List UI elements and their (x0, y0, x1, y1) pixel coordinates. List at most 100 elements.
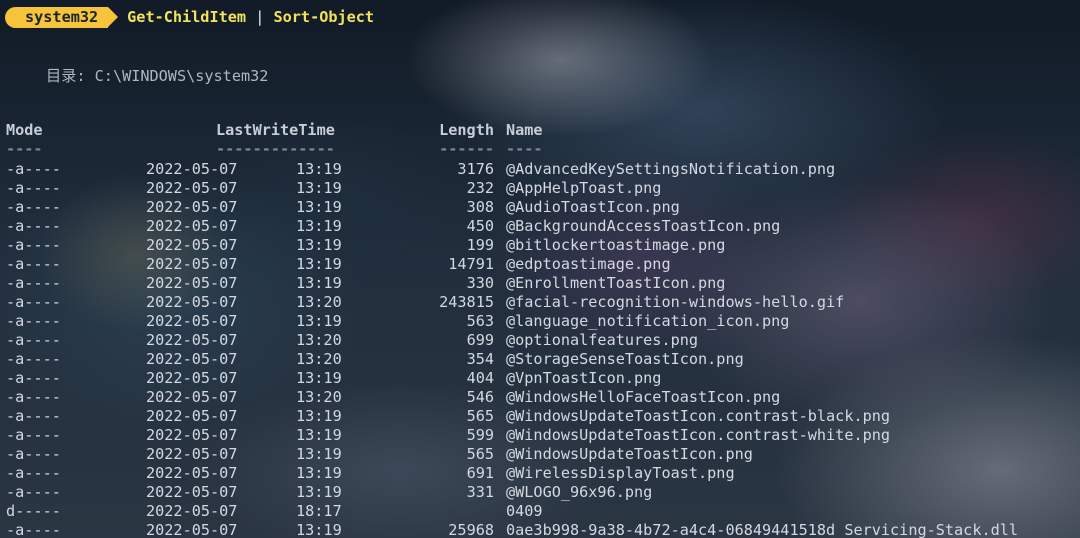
file-length: 243815 (439, 293, 494, 311)
file-row: -a---- 2022-05-07 13:20 546 @WindowsHelloFac… (0, 388, 1080, 407)
file-date: 2022-05-07 (146, 369, 238, 387)
file-name: @AudioToastIcon.png (506, 198, 680, 216)
file-length: 3176 (457, 160, 494, 178)
file-date: 2022-05-07 (146, 312, 238, 330)
file-time: 13:19 (296, 483, 342, 501)
file-row: -a---- 2022-05-07 13:19 25968 0ae3b998-9a38-… (0, 521, 1080, 538)
file-row: -a---- 2022-05-07 13:19 331 @WLOGO_96x96.png (0, 483, 1080, 502)
pipe-symbol: | (255, 8, 265, 26)
file-mode: -a---- (6, 179, 61, 197)
file-length: 404 (466, 369, 494, 387)
file-date: 2022-05-07 (146, 388, 238, 406)
file-time: 13:20 (296, 350, 342, 368)
file-row: -a---- 2022-05-07 13:19 565 @WindowsUpdateTo… (0, 445, 1080, 464)
file-mode: -a---- (6, 198, 61, 216)
file-row: -a---- 2022-05-07 13:20 699 @optionalfeature… (0, 331, 1080, 350)
file-length: 565 (466, 445, 494, 463)
file-name: @AdvancedKeySettingsNotification.png (506, 160, 836, 178)
file-mode: -a---- (6, 312, 61, 330)
file-time: 13:20 (296, 331, 342, 349)
file-name: @bitlockertoastimage.png (506, 236, 726, 254)
file-mode: -a---- (6, 217, 61, 235)
file-length: 25968 (448, 521, 494, 538)
file-date: 2022-05-07 (146, 445, 238, 463)
file-mode: -a---- (6, 464, 61, 482)
file-time: 13:19 (296, 369, 342, 387)
file-date: 2022-05-07 (146, 407, 238, 425)
file-date: 2022-05-07 (146, 217, 238, 235)
file-time: 18:17 (296, 502, 342, 520)
file-mode: -a---- (6, 483, 61, 501)
file-name: @language_notification_icon.png (506, 312, 790, 330)
file-mode: -a---- (6, 369, 61, 387)
file-date: 2022-05-07 (146, 255, 238, 273)
file-date: 2022-05-07 (146, 331, 238, 349)
file-date: 2022-05-07 (146, 274, 238, 292)
column-header-length: Length (439, 121, 494, 139)
file-row: -a---- 2022-05-07 13:19 232 @AppHelpToast.pn… (0, 179, 1080, 198)
prompt-path-segment: system32 (5, 6, 109, 28)
file-time: 13:19 (296, 160, 342, 178)
column-header-name: Name (506, 121, 543, 139)
file-date: 2022-05-07 (146, 502, 238, 520)
file-row: -a---- 2022-05-07 13:19 599 @WindowsUpdateTo… (0, 426, 1080, 445)
file-date: 2022-05-07 (146, 179, 238, 197)
terminal-window[interactable]: system32 Get-ChildItem | Sort-Object 目录:… (0, 0, 1080, 538)
file-mode: -a---- (6, 331, 61, 349)
file-row: -a---- 2022-05-07 13:19 563 @language_notifi… (0, 312, 1080, 331)
file-mode: -a---- (6, 521, 61, 538)
file-name: @VpnToastIcon.png (506, 369, 662, 387)
file-length: 691 (466, 464, 494, 482)
file-name: @edptoastimage.png (506, 255, 671, 273)
file-time: 13:19 (296, 426, 342, 444)
file-date: 2022-05-07 (146, 426, 238, 444)
file-name: @AppHelpToast.png (506, 179, 662, 197)
command-text: Get-ChildItem | Sort-Object (127, 8, 374, 26)
file-row: d----- 2022-05-07 18:17 0409 (0, 502, 1080, 521)
file-mode: -a---- (6, 160, 61, 178)
prompt-segment-arrow-icon (108, 7, 119, 27)
file-date: 2022-05-07 (146, 350, 238, 368)
file-time: 13:20 (296, 388, 342, 406)
file-name: @WindowsUpdateToastIcon.png (506, 445, 753, 463)
file-length: 232 (466, 179, 494, 197)
command-sort-object: Sort-Object (273, 8, 375, 26)
underline-lastwritetime: ------------- (216, 140, 335, 158)
file-name: @WindowsHelloFaceToastIcon.png (506, 388, 781, 406)
file-length: 14791 (448, 255, 494, 273)
file-time: 13:19 (296, 198, 342, 216)
file-name: @BackgroundAccessToastIcon.png (506, 217, 781, 235)
file-name: @WindowsUpdateToastIcon.contrast-black.p… (506, 407, 891, 425)
file-length: 330 (466, 274, 494, 292)
listing-header-underline: ---- ------------- ------ ---- (0, 140, 1080, 159)
file-mode: d----- (6, 502, 61, 520)
file-date: 2022-05-07 (146, 293, 238, 311)
file-row: -a---- 2022-05-07 13:19 308 @AudioToastIcon.… (0, 198, 1080, 217)
file-length: 199 (466, 236, 494, 254)
file-name: @optionalfeatures.png (506, 331, 699, 349)
file-name: @StorageSenseToastIcon.png (506, 350, 744, 368)
file-time: 13:20 (296, 293, 342, 311)
underline-name: ---- (506, 140, 543, 158)
file-mode: -a---- (6, 274, 61, 292)
file-mode: -a---- (6, 388, 61, 406)
file-date: 2022-05-07 (146, 160, 238, 178)
file-row: -a---- 2022-05-07 13:19 450 @BackgroundAcces… (0, 217, 1080, 236)
file-length: 563 (466, 312, 494, 330)
prompt-line: system32 Get-ChildItem | Sort-Object (5, 6, 374, 28)
file-date: 2022-05-07 (146, 236, 238, 254)
file-mode: -a---- (6, 236, 61, 254)
file-date: 2022-05-07 (146, 464, 238, 482)
file-time: 13:19 (296, 236, 342, 254)
file-name: @EnrollmentToastIcon.png (506, 274, 726, 292)
file-row: -a---- 2022-05-07 13:19 691 @WirelessDisplay… (0, 464, 1080, 483)
column-header-mode: Mode (6, 121, 43, 139)
file-time: 13:19 (296, 521, 342, 538)
file-mode: -a---- (6, 426, 61, 444)
file-time: 13:19 (296, 217, 342, 235)
file-length: 565 (466, 407, 494, 425)
file-length: 450 (466, 217, 494, 235)
file-row: -a---- 2022-05-07 13:19 14791 @edptoastimage… (0, 255, 1080, 274)
file-name: @WirelessDisplayToast.png (506, 464, 735, 482)
underline-mode: ---- (6, 140, 43, 158)
